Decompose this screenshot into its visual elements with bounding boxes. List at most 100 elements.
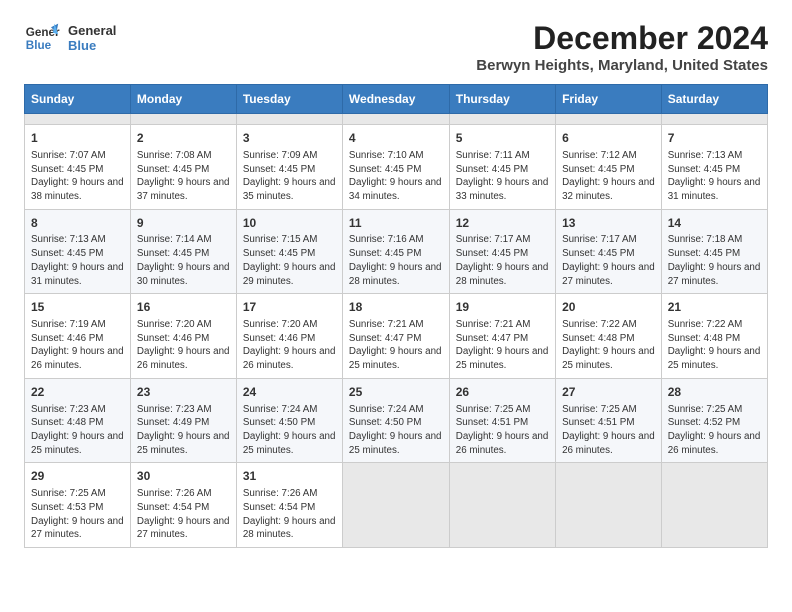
day-number: 1 [31,130,124,147]
day-cell: 11Sunrise: 7:16 AMSunset: 4:45 PMDayligh… [342,209,449,294]
header-monday: Monday [130,85,236,114]
day-cell: 29 Sunrise: 7:25 AMSunset: 4:53 PMDayligh… [25,463,131,548]
day-cell [556,463,662,548]
day-cell: 17 Sunrise: 7:20 AMSunset: 4:46 PMDayligh… [236,294,342,379]
day-info: Sunrise: 7:09 AMSunset: 4:45 PMDaylight:… [243,149,336,204]
day-cell: 5Sunrise: 7:11 AMSunset: 4:45 PMDaylight… [449,125,555,210]
day-number: 16 [137,299,230,316]
day-number: 10 [243,215,336,232]
week-row-1: 1 Sunrise: 7:07 AMSunset: 4:45 PMDaylight… [25,125,768,210]
day-cell [342,114,449,125]
day-info: Sunrise: 7:18 AMSunset: 4:45 PMDaylight:… [668,233,761,288]
logo: General Blue General Blue [24,20,116,56]
day-number: 12 [456,215,549,232]
day-info: Sunrise: 7:15 AMSunset: 4:45 PMDaylight:… [243,233,336,288]
week-row-2: 8Sunrise: 7:13 AMSunset: 4:45 PMDaylight… [25,209,768,294]
day-cell: 9Sunrise: 7:14 AMSunset: 4:45 PMDaylight… [130,209,236,294]
header: General Blue General Blue December 2024 … [24,20,768,74]
day-cell: 21 Sunrise: 7:22 AMSunset: 4:48 PMDayligh… [661,294,767,379]
day-number: 8 [31,215,124,232]
day-number: 22 [31,384,124,401]
day-cell: 16Sunrise: 7:20 AMSunset: 4:46 PMDayligh… [130,294,236,379]
day-number: 17 [243,299,336,316]
week-row-5: 29 Sunrise: 7:25 AMSunset: 4:53 PMDayligh… [25,463,768,548]
day-info: Sunrise: 7:08 AMSunset: 4:45 PMDaylight:… [137,149,230,204]
day-number: 24 [243,384,336,401]
day-info: Sunrise: 7:16 AMSunset: 4:45 PMDaylight:… [349,233,443,288]
day-info: Sunrise: 7:13 AMSunset: 4:45 PMDaylight:… [31,233,124,288]
day-cell: 18Sunrise: 7:21 AMSunset: 4:47 PMDayligh… [342,294,449,379]
day-cell: 15 Sunrise: 7:19 AMSunset: 4:46 PMDayligh… [25,294,131,379]
day-number: 15 [31,299,124,316]
day-cell: 23 Sunrise: 7:23 AMSunset: 4:49 PMDayligh… [130,378,236,463]
day-info: Sunrise: 7:21 AMSunset: 4:47 PMDaylight:… [456,318,549,373]
day-info: Sunrise: 7:26 AMSunset: 4:54 PMDaylight:… [137,487,230,542]
day-cell: 31 Sunrise: 7:26 AMSunset: 4:54 PMDayligh… [236,463,342,548]
day-cell [25,114,131,125]
week-row-0 [25,114,768,125]
day-cell [661,463,767,548]
day-info: Sunrise: 7:07 AMSunset: 4:45 PMDaylight:… [31,149,124,204]
day-info: Sunrise: 7:12 AMSunset: 4:45 PMDaylight:… [562,149,655,204]
day-number: 4 [349,130,443,147]
day-number: 20 [562,299,655,316]
day-number: 27 [562,384,655,401]
day-cell: 20 Sunrise: 7:22 AMSunset: 4:48 PMDayligh… [556,294,662,379]
location-title: Berwyn Heights, Maryland, United States [476,57,768,74]
day-cell [342,463,449,548]
day-info: Sunrise: 7:22 AMSunset: 4:48 PMDaylight:… [562,318,655,373]
month-title: December 2024 [476,20,768,57]
day-info: Sunrise: 7:11 AMSunset: 4:45 PMDaylight:… [456,149,549,204]
day-cell: 14Sunrise: 7:18 AMSunset: 4:45 PMDayligh… [661,209,767,294]
day-number: 11 [349,215,443,232]
day-info: Sunrise: 7:23 AMSunset: 4:49 PMDaylight:… [137,403,230,458]
day-number: 23 [137,384,230,401]
calendar-table: SundayMondayTuesdayWednesdayThursdayFrid… [24,84,768,548]
header-thursday: Thursday [449,85,555,114]
day-cell: 1 Sunrise: 7:07 AMSunset: 4:45 PMDaylight… [25,125,131,210]
day-number: 21 [668,299,761,316]
day-cell: 27 Sunrise: 7:25 AMSunset: 4:51 PMDayligh… [556,378,662,463]
day-info: Sunrise: 7:26 AMSunset: 4:54 PMDaylight:… [243,487,336,542]
logo-blue: Blue [68,38,116,53]
day-number: 6 [562,130,655,147]
day-cell: 24 Sunrise: 7:24 AMSunset: 4:50 PMDayligh… [236,378,342,463]
day-cell [556,114,662,125]
day-number: 7 [668,130,761,147]
calendar-header-row: SundayMondayTuesdayWednesdayThursdayFrid… [25,85,768,114]
day-info: Sunrise: 7:19 AMSunset: 4:46 PMDaylight:… [31,318,124,373]
day-number: 19 [456,299,549,316]
day-number: 25 [349,384,443,401]
day-cell: 10Sunrise: 7:15 AMSunset: 4:45 PMDayligh… [236,209,342,294]
day-cell [130,114,236,125]
day-number: 18 [349,299,443,316]
header-sunday: Sunday [25,85,131,114]
day-info: Sunrise: 7:25 AMSunset: 4:51 PMDaylight:… [562,403,655,458]
day-info: Sunrise: 7:13 AMSunset: 4:45 PMDaylight:… [668,149,761,204]
logo-icon: General Blue [24,20,60,56]
header-saturday: Saturday [661,85,767,114]
day-number: 31 [243,468,336,485]
day-cell: 6 Sunrise: 7:12 AMSunset: 4:45 PMDaylight… [556,125,662,210]
day-cell [449,114,555,125]
day-cell: 4Sunrise: 7:10 AMSunset: 4:45 PMDaylight… [342,125,449,210]
day-number: 14 [668,215,761,232]
logo-general: General [68,23,116,38]
day-info: Sunrise: 7:24 AMSunset: 4:50 PMDaylight:… [243,403,336,458]
svg-text:Blue: Blue [26,39,52,52]
day-cell: 7 Sunrise: 7:13 AMSunset: 4:45 PMDaylight… [661,125,767,210]
day-info: Sunrise: 7:24 AMSunset: 4:50 PMDaylight:… [349,403,443,458]
day-info: Sunrise: 7:25 AMSunset: 4:53 PMDaylight:… [31,487,124,542]
week-row-4: 22Sunrise: 7:23 AMSunset: 4:48 PMDayligh… [25,378,768,463]
day-info: Sunrise: 7:25 AMSunset: 4:51 PMDaylight:… [456,403,549,458]
day-cell: 2Sunrise: 7:08 AMSunset: 4:45 PMDaylight… [130,125,236,210]
day-cell: 13Sunrise: 7:17 AMSunset: 4:45 PMDayligh… [556,209,662,294]
day-cell: 30Sunrise: 7:26 AMSunset: 4:54 PMDayligh… [130,463,236,548]
day-info: Sunrise: 7:22 AMSunset: 4:48 PMDaylight:… [668,318,761,373]
day-cell [236,114,342,125]
day-number: 29 [31,468,124,485]
day-number: 26 [456,384,549,401]
day-info: Sunrise: 7:17 AMSunset: 4:45 PMDaylight:… [456,233,549,288]
day-info: Sunrise: 7:20 AMSunset: 4:46 PMDaylight:… [243,318,336,373]
page-container: General Blue General Blue December 2024 … [24,20,768,548]
